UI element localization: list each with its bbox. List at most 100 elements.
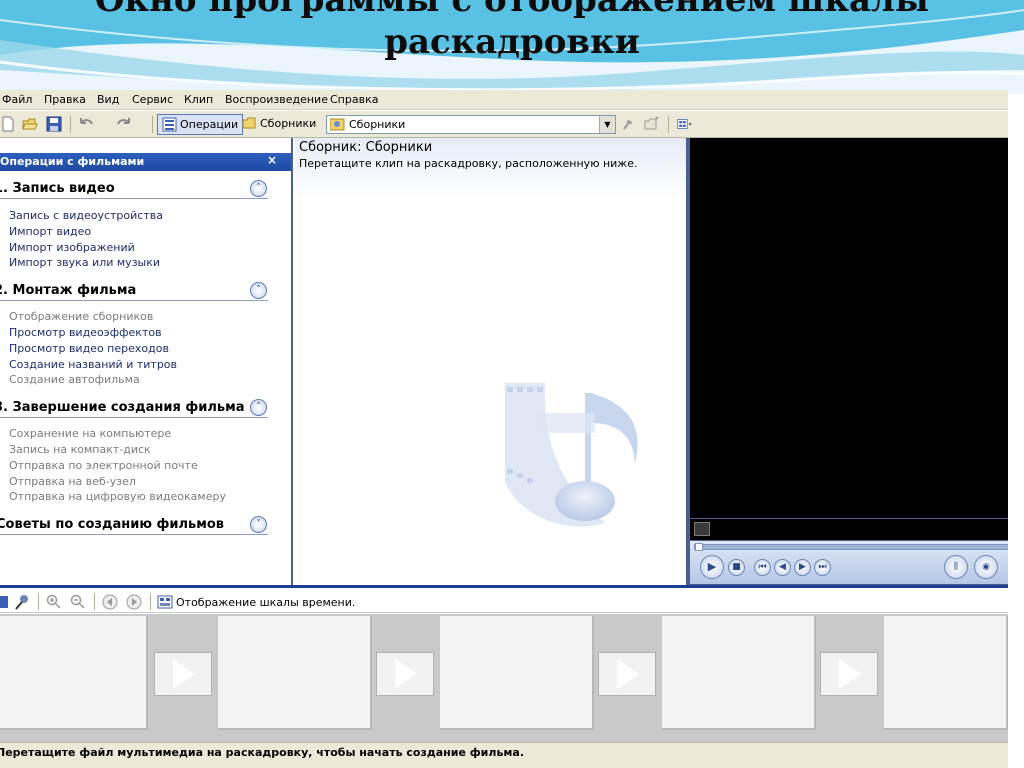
undo-icon[interactable] [78, 116, 94, 132]
collapse-icon[interactable]: ˄ [250, 399, 267, 416]
full-screen-icon[interactable] [694, 522, 710, 536]
main-toolbar: Операции Сборники Сборники ▼ [0, 111, 1008, 138]
zoom-out-icon[interactable] [70, 594, 86, 610]
root: Окно программы с отображением шкалы раск… [0, 0, 1024, 768]
status-bar: Перетащите файл мультимедиа на раскадров… [0, 742, 1008, 768]
open-icon[interactable] [22, 116, 38, 132]
narrate-icon[interactable] [14, 594, 30, 610]
status-text: Перетащите файл мультимедиа на раскадров… [0, 746, 524, 759]
section-edit-movie-title[interactable]: 2. Монтаж фильма [0, 283, 136, 298]
stop-icon[interactable]: ■ [728, 559, 745, 576]
section-divider [0, 198, 268, 199]
views-icon[interactable] [677, 116, 693, 132]
chevron-down-icon[interactable]: ▼ [599, 116, 615, 133]
operations-label: Операции [180, 118, 239, 131]
menu-bar: Файл Правка Вид Сервис Клип Воспроизведе… [0, 90, 1008, 110]
redo-icon[interactable] [116, 116, 132, 132]
close-icon[interactable]: × [267, 153, 277, 167]
task-link-send-web[interactable]: Отправка на веб-узел [9, 475, 136, 488]
toolbar-separator [152, 116, 153, 133]
menu-playback[interactable]: Воспроизведение [225, 93, 328, 106]
movie-tasks-pane: Операции с фильмами × 1. Запись видео ˄ … [0, 138, 293, 585]
timeline-icon[interactable] [157, 594, 173, 610]
save-icon[interactable] [46, 116, 62, 132]
transition-arrow-icon [173, 659, 195, 689]
storyboard-slot[interactable] [662, 616, 816, 730]
zoom-in-icon[interactable] [46, 594, 62, 610]
rewind-icon[interactable]: ◀ [774, 559, 791, 576]
transition-slot[interactable] [820, 652, 878, 696]
transition-arrow-icon [395, 659, 417, 689]
storyboard-slot[interactable] [440, 616, 594, 730]
task-link-import-video[interactable]: Импорт видео [9, 225, 91, 238]
task-link-automovie[interactable]: Создание автофильма [9, 373, 140, 386]
transition-slot[interactable] [154, 652, 212, 696]
transition-slot[interactable] [376, 652, 434, 696]
preview-screen-bar [690, 519, 1020, 540]
next-frame-icon[interactable]: ⏭ [814, 559, 831, 576]
play-storyboard-icon[interactable] [126, 594, 142, 610]
previous-frame-icon[interactable]: ⏮ [754, 559, 771, 576]
expand-icon[interactable]: ˅ [250, 516, 267, 533]
task-link-save-to-cd[interactable]: Запись на компакт-диск [9, 443, 151, 456]
toolbar-separator [94, 593, 95, 610]
task-link-capture-device[interactable]: Запись с видеоустройства [9, 209, 163, 222]
task-link-save-to-computer[interactable]: Сохранение на компьютере [9, 427, 171, 440]
section-capture-video-title[interactable]: 1. Запись видео [0, 181, 115, 196]
collection-select-value: Сборники [349, 118, 406, 131]
show-timeline-button[interactable]: Отображение шкалы времени. [176, 596, 355, 609]
section-divider [0, 300, 268, 301]
forward-icon[interactable]: ▶ [794, 559, 811, 576]
slide-title-line-2: раскадровки [384, 22, 640, 62]
transition-slot[interactable] [598, 652, 656, 696]
play-icon[interactable]: ▶ [700, 555, 724, 579]
task-link-show-collections[interactable]: Отображение сборников [9, 310, 153, 323]
seek-bar[interactable] [694, 543, 1014, 551]
section-tips-title[interactable]: Советы по созданию фильмов [0, 517, 224, 532]
task-link-view-effects[interactable]: Просмотр видеоэффектов [9, 326, 162, 339]
collections-icon [330, 118, 345, 131]
task-link-send-camera[interactable]: Отправка на цифровую видеокамеру [9, 490, 226, 503]
task-link-view-transitions[interactable]: Просмотр видео переходов [9, 342, 169, 355]
task-link-make-titles[interactable]: Создание названий и титров [9, 358, 177, 371]
collection-area[interactable]: Сборник: Сборники Перетащите клип на рас… [295, 138, 686, 585]
collapse-icon[interactable]: ˄ [250, 180, 267, 197]
playback-controls: ▶ ■ ⏮ ◀ ▶ ⏭ ⫼ ◉ [690, 541, 1020, 584]
rewind-icon[interactable] [102, 594, 118, 610]
task-link-import-pictures[interactable]: Импорт изображений [9, 241, 135, 254]
new-icon[interactable] [0, 116, 16, 132]
task-link-send-email[interactable]: Отправка по электронной почте [9, 459, 198, 472]
toolbar-separator [668, 116, 669, 133]
snapshot-icon[interactable]: ◉ [974, 555, 998, 579]
menu-clip[interactable]: Клип [184, 93, 213, 106]
storyboard[interactable] [0, 614, 1008, 742]
menu-view[interactable]: Вид [97, 93, 119, 106]
new-folder-icon[interactable] [644, 116, 660, 132]
slide-title-line-1: Окно программы с отображением шкалы [94, 0, 930, 20]
storyboard-slot[interactable] [218, 616, 372, 730]
collapse-icon[interactable]: ˄ [250, 282, 267, 299]
storyboard-toolbar: Отображение шкалы времени. [0, 585, 1008, 613]
toolbar-separator [38, 593, 39, 610]
window-right-margin [1008, 94, 1024, 768]
operations-icon [162, 117, 177, 132]
section-finish-movie-title[interactable]: 3. Завершение создания фильма [0, 400, 245, 415]
menu-edit[interactable]: Правка [44, 93, 86, 106]
split-icon[interactable]: ⫼ [944, 555, 968, 579]
storyboard-slot[interactable] [884, 616, 1008, 730]
collections-button[interactable]: Сборники [238, 114, 320, 135]
section-divider [0, 417, 268, 418]
operations-button[interactable]: Операции [157, 114, 244, 135]
menu-tools[interactable]: Сервис [132, 93, 173, 106]
toolbar-separator [150, 593, 151, 610]
menu-file[interactable]: Файл [2, 93, 32, 106]
collection-select[interactable]: Сборники ▼ [326, 115, 616, 134]
preview-monitor: ▶ ■ ⏮ ◀ ▶ ⏭ ⫼ ◉ [686, 138, 1024, 586]
task-link-import-audio[interactable]: Импорт звука или музыки [9, 256, 160, 269]
seek-handle[interactable] [695, 543, 703, 551]
storyboard-slot[interactable] [0, 616, 148, 730]
toolbar-separator [70, 116, 71, 133]
menu-help[interactable]: Справка [330, 93, 378, 106]
up-folder-icon[interactable] [622, 116, 638, 132]
storyboard-edge-icon [0, 596, 8, 608]
